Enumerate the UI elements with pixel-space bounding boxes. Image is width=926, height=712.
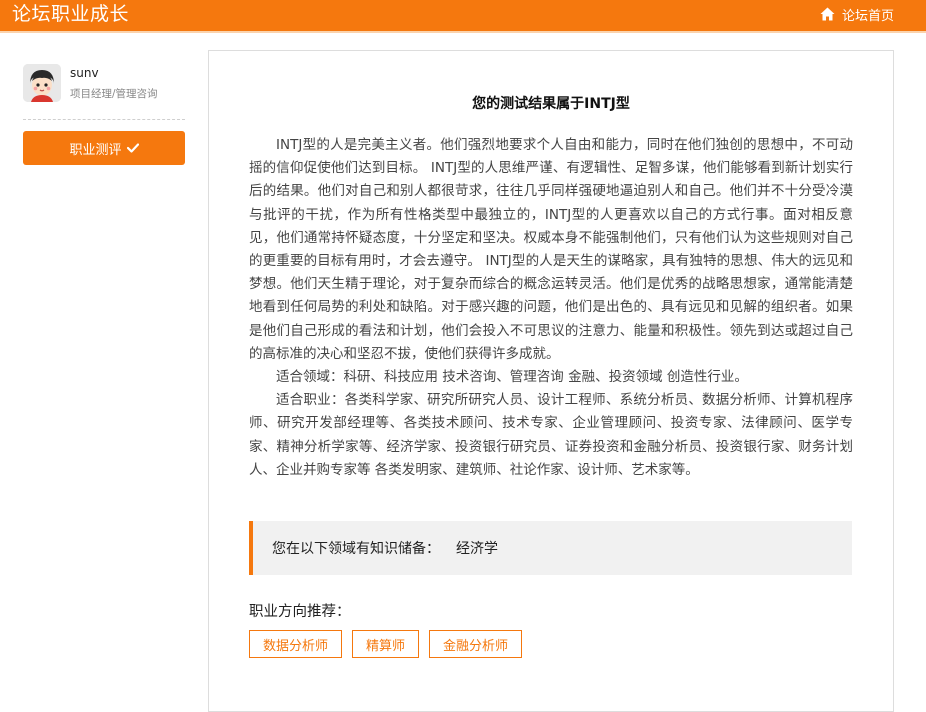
career-test-label: 职业测评 [69,142,122,158]
suitable-fields-paragraph: 适合领域：科研、科技应用 技术咨询、管理咨询 金融、投资领域 创造性行业。 [276,369,748,386]
recommend-tag-data-analyst[interactable]: 数据分析师 [249,630,343,658]
sidebar-divider [23,119,185,120]
home-icon [820,7,835,21]
suitable-jobs-paragraph: 适合职业：各类科学家、研究所研究人员、设计工程师、系统分析员、数据分析师、计算机… [249,392,853,478]
recommend-tags: 数据分析师 精算师 金融分析师 [249,630,532,658]
recommend-tag-actuary[interactable]: 精算师 [352,630,420,658]
site-title[interactable]: 论坛职业成长 [12,1,129,27]
user-avatar-icon[interactable] [23,64,61,102]
header-divider [0,31,926,33]
career-test-button[interactable]: 职业测评 [23,131,185,165]
personality-paragraph: INTJ型的人是完美主义者。他们强烈地要求个人自由和能力，同时在他们独创的思想中… [249,137,853,362]
knowledge-box: 您在以下领域有知识储备： 经济学 [249,521,852,575]
user-name: sunv [70,66,99,80]
result-panel: 您的测试结果属于INTJ型 INTJ型的人是完美主义者。他们强烈地要求个人自由和… [208,50,894,712]
knowledge-label: 您在以下领域有知识储备： [272,541,440,557]
knowledge-value: 经济学 [456,541,498,557]
recommend-tag-financial-analyst[interactable]: 金融分析师 [429,630,523,658]
user-title: 项目经理/管理咨询 [70,88,158,100]
forum-home-link[interactable]: 论坛首页 [820,4,894,24]
result-description: INTJ型的人是完美主义者。他们强烈地要求个人自由和能力，同时在他们独创的思想中… [249,134,853,482]
recommend-label: 职业方向推荐： [249,604,351,620]
forum-home-label: 论坛首页 [841,8,894,24]
top-nav-bar: 论坛职业成长 论坛首页 [0,0,926,31]
avatar-graphic [23,64,61,102]
check-icon [126,143,139,153]
result-title: 您的测试结果属于INTJ型 [472,96,630,112]
